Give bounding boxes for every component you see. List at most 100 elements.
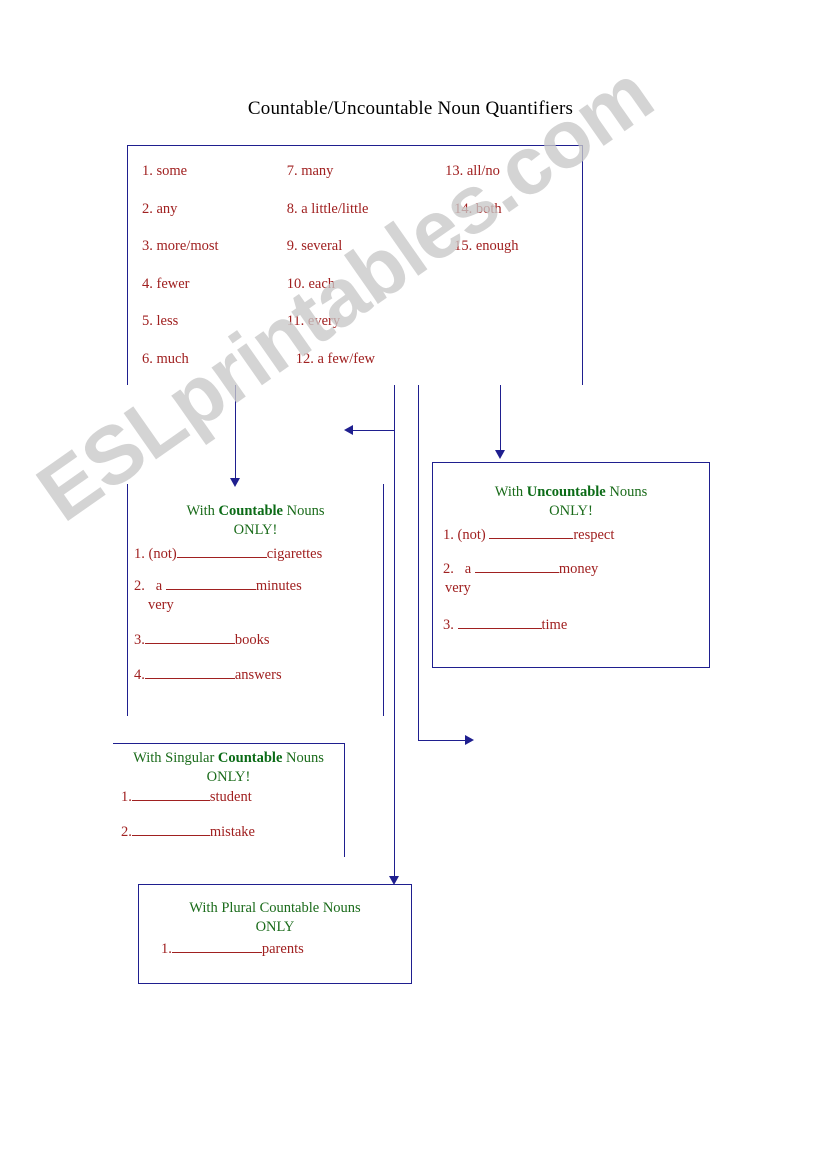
item-number: 1. [121,789,132,806]
quantifier-item: 1. some [142,163,188,179]
quantifier-item: 15. enough [454,238,519,254]
quantifier-columns: 1. some 2. any 3. more/most 4. fewer 5. … [128,146,582,389]
page-title: Countable/Uncountable Noun Quantifiers [247,98,574,119]
countable-heading-prefix: With [186,503,219,519]
arrow-right-branch [465,735,474,745]
countable-box-inner: With Countable Nouns ONLY! 1. (not) cigar… [128,484,383,684]
countable-box-heading: With Countable Nouns ONLY! [134,502,377,539]
countable-heading-suffix: Nouns [283,503,325,519]
singular-heading-suffix: Nouns [282,750,324,766]
countable-exercise-line: 4. answers [134,666,377,684]
connector-line-right-branch [418,740,466,741]
quantifier-item: 11. every [286,313,341,329]
singular-exercise-line: 1. student [115,788,342,806]
quantifier-item: 8. a little/little [286,200,369,217]
item-prefix: (not) [457,527,486,544]
answer-blank[interactable] [131,800,210,802]
quantifier-item: 14. both [454,200,502,217]
item-noun: answers [234,667,282,684]
connector-line-left-branch [352,430,394,431]
singular-countable-nouns-box: With Singular Countable Nouns ONLY! 1. st… [113,743,345,857]
worksheet-page: Countable/Uncountable Noun Quantifiers 1… [0,0,821,1169]
countable-exercise-line: 2. a minutes very [134,577,377,617]
quantifier-item: 5. less [142,313,179,329]
singular-box-inner: With Singular Countable Nouns ONLY! 1. st… [113,744,344,841]
connector-line-to-uncountable [500,385,501,451]
singular-heading-only: ONLY! [206,768,251,785]
item-extra: very [148,597,174,614]
plural-exercise-line: 1. parents [145,940,405,958]
item-number: 2. [443,561,454,578]
answer-blank[interactable] [489,538,574,540]
item-noun: books [234,632,270,649]
item-number: 1. [134,546,145,563]
answer-blank[interactable] [474,572,559,574]
quantifier-item: 2. any [142,200,178,217]
item-number: 1. [443,527,454,544]
item-extra: very [445,580,471,597]
arrow-left-branch [344,425,353,435]
connector-line-to-countable [235,385,236,481]
plural-box-heading: With Plural Countable Nouns ONLY [145,899,405,936]
uncountable-heading-prefix: With [494,484,527,500]
connector-line-to-singular-branch [418,385,419,740]
quantifier-item: 6. much [142,350,189,367]
singular-heading-prefix: With Singular [133,750,218,766]
countable-heading-only: ONLY! [233,521,278,538]
item-noun: money [558,561,599,578]
item-noun: minutes [255,578,302,595]
arrow-down-to-uncountable [495,450,505,459]
answer-blank[interactable] [144,643,235,645]
plural-heading-only: ONLY [255,918,295,935]
quantifier-bank-box: 1. some 2. any 3. more/most 4. fewer 5. … [127,145,583,385]
countable-heading-keyword: Countable [218,503,283,519]
uncountable-heading-only: ONLY! [549,502,593,519]
answer-blank[interactable] [165,589,256,591]
countable-exercise-line: 3. books [134,631,377,649]
quantifier-column-1: 1. some 2. any 3. more/most 4. fewer 5. … [142,164,287,389]
item-number: 3. [134,632,145,649]
answer-blank[interactable] [176,557,267,559]
uncountable-exercise-line: 1. (not) respect [443,526,699,544]
item-number: 3. [443,617,454,634]
quantifier-column-3: 13. all/no 14. both 15. enough [445,164,582,389]
answer-blank[interactable] [144,678,235,680]
answer-blank[interactable] [457,628,542,630]
quantifier-item: 7. many [286,163,334,179]
uncountable-nouns-box: With Uncountable Nouns ONLY! 1. (not) re… [432,462,710,668]
connector-line-to-plural [394,385,395,881]
singular-exercise-line: 2. mistake [115,823,342,841]
uncountable-exercise-line: 2. a money very [443,560,699,600]
quantifier-item: 12. a few/few [295,350,376,367]
quantifier-item: 13. all/no [445,163,500,179]
singular-heading-keyword: Countable [217,750,283,766]
item-prefix: a [464,561,472,578]
countable-exercise-line: 1. (not) cigarettes [134,545,377,563]
quantifier-item: 3. more/most [142,238,219,254]
plural-box-inner: With Plural Countable Nouns ONLY 1. paren… [139,885,411,958]
item-noun: respect [573,527,615,544]
item-number: 4. [134,667,145,684]
item-number: 2. [134,578,145,595]
item-number: 1. [161,941,172,958]
item-prefix: (not) [148,546,177,563]
plural-countable-nouns-box: With Plural Countable Nouns ONLY 1. paren… [138,884,412,984]
plural-heading-suffix: Nouns [319,900,361,916]
quantifier-item: 10. each [286,275,336,292]
quantifier-item: 9. several [286,238,343,254]
answer-blank[interactable] [131,835,210,837]
uncountable-box-heading: With Uncountable Nouns ONLY! [443,483,699,520]
uncountable-heading-keyword: Uncountable [526,484,606,500]
singular-box-heading: With Singular Countable Nouns ONLY! [115,749,342,786]
uncountable-exercise-line: 3. time [443,616,699,634]
answer-blank[interactable] [171,952,262,954]
uncountable-heading-suffix: Nouns [605,484,648,500]
item-noun: mistake [209,824,255,841]
uncountable-box-inner: With Uncountable Nouns ONLY! 1. (not) re… [433,463,709,634]
quantifier-column-2: 7. many 8. a little/little 9. several 10… [287,164,445,389]
quantifier-item: 4. fewer [142,275,190,292]
item-noun: time [541,617,568,634]
item-number: 2. [121,824,132,841]
item-prefix: a [155,578,163,595]
countable-nouns-box: With Countable Nouns ONLY! 1. (not) cigar… [127,484,384,716]
